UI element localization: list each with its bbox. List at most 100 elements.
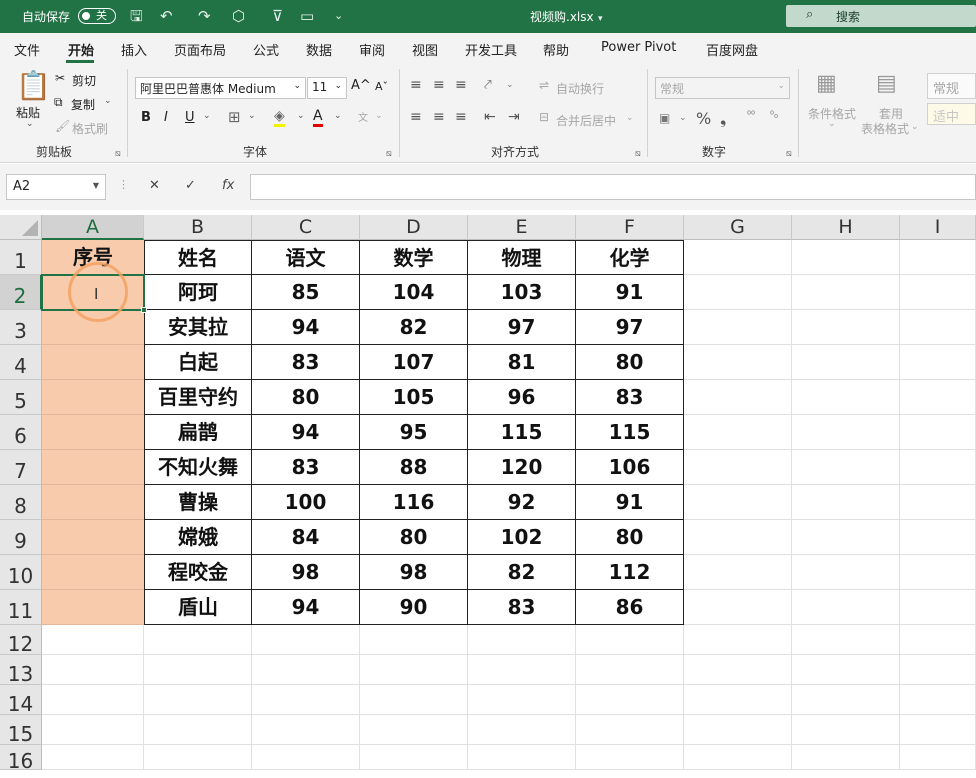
- orientation-dropdown-icon[interactable]: ⌄: [506, 80, 514, 90]
- row-header-3[interactable]: 3: [0, 310, 42, 345]
- tab-review[interactable]: 审阅: [359, 40, 385, 59]
- data-cell[interactable]: 112: [576, 555, 684, 590]
- data-cell[interactable]: 85: [252, 275, 360, 310]
- cell[interactable]: [684, 715, 792, 745]
- data-cell[interactable]: 90: [360, 590, 468, 625]
- cut-icon[interactable]: ✂: [55, 71, 65, 85]
- fill-handle[interactable]: [141, 307, 147, 313]
- column-header-g[interactable]: G: [684, 215, 792, 240]
- data-cell[interactable]: 97: [468, 310, 576, 345]
- style-moderate-cell[interactable]: 适中: [927, 103, 976, 125]
- data-cell[interactable]: 102: [468, 520, 576, 555]
- cell[interactable]: [900, 415, 976, 450]
- cut-button[interactable]: 剪切: [72, 72, 96, 89]
- cell[interactable]: [684, 415, 792, 450]
- header-cell[interactable]: 姓名: [144, 240, 252, 275]
- cell[interactable]: [900, 625, 976, 655]
- column-a-fill-cell[interactable]: [42, 485, 144, 520]
- column-a-fill-cell[interactable]: [42, 345, 144, 380]
- increase-indent-icon[interactable]: ⇥: [508, 109, 520, 125]
- undo-icon[interactable]: ↶: [160, 7, 173, 25]
- data-cell[interactable]: 83: [252, 450, 360, 485]
- cell[interactable]: [576, 745, 684, 770]
- cell[interactable]: [900, 685, 976, 715]
- redo-icon[interactable]: ↷: [198, 7, 211, 25]
- column-header-i[interactable]: I: [900, 215, 976, 240]
- cell[interactable]: [144, 655, 252, 685]
- cell[interactable]: [792, 655, 900, 685]
- wrap-text-button[interactable]: 自动换行: [556, 80, 604, 97]
- merge-center-button[interactable]: 合并后居中: [556, 112, 616, 129]
- data-cell[interactable]: 百里守约: [144, 380, 252, 415]
- row-header-9[interactable]: 9: [0, 520, 42, 555]
- accounting-dropdown-icon[interactable]: ⌄: [679, 113, 687, 123]
- font-color-dropdown-icon[interactable]: ⌄: [334, 111, 342, 121]
- table-format-icon[interactable]: ▤: [876, 71, 897, 96]
- insert-function-icon[interactable]: fx: [222, 178, 234, 193]
- cell[interactable]: [252, 655, 360, 685]
- align-right-icon[interactable]: ≡: [455, 109, 467, 125]
- cell[interactable]: [468, 685, 576, 715]
- cell[interactable]: [792, 590, 900, 625]
- cell[interactable]: [684, 345, 792, 380]
- underline-button[interactable]: U: [185, 110, 195, 125]
- column-a-fill-cell[interactable]: [42, 450, 144, 485]
- cell[interactable]: [792, 520, 900, 555]
- cell[interactable]: [576, 685, 684, 715]
- cell[interactable]: [252, 745, 360, 770]
- cell[interactable]: [252, 625, 360, 655]
- bold-button[interactable]: B: [141, 110, 151, 125]
- italic-button[interactable]: I: [164, 110, 168, 125]
- wrap-text-icon[interactable]: ⇌: [539, 78, 549, 92]
- data-cell[interactable]: 94: [252, 415, 360, 450]
- row-header-5[interactable]: 5: [0, 380, 42, 415]
- row-header-11[interactable]: 11: [0, 590, 42, 625]
- tab-insert[interactable]: 插入: [121, 40, 147, 59]
- row-header-14[interactable]: 14: [0, 685, 42, 715]
- data-cell[interactable]: 嫦娥: [144, 520, 252, 555]
- data-cell[interactable]: 94: [252, 590, 360, 625]
- data-cell[interactable]: 106: [576, 450, 684, 485]
- border-dropdown-icon[interactable]: ⌄: [248, 111, 256, 121]
- cell[interactable]: [792, 275, 900, 310]
- font-size-select[interactable]: 11 ⌄: [307, 77, 347, 99]
- select-all-button[interactable]: [0, 215, 42, 240]
- decrease-font-icon[interactable]: Aˇ: [375, 80, 388, 93]
- tab-file[interactable]: 文件: [14, 40, 40, 59]
- cell[interactable]: [252, 685, 360, 715]
- cell[interactable]: [900, 520, 976, 555]
- data-cell[interactable]: 83: [468, 590, 576, 625]
- column-header-e[interactable]: E: [468, 215, 576, 240]
- data-cell[interactable]: 88: [360, 450, 468, 485]
- data-cell[interactable]: 扁鹊: [144, 415, 252, 450]
- row-header-7[interactable]: 7: [0, 450, 42, 485]
- cell[interactable]: [468, 625, 576, 655]
- data-cell[interactable]: 不知火舞: [144, 450, 252, 485]
- column-a-fill-cell[interactable]: [42, 555, 144, 590]
- decrease-indent-icon[interactable]: ⇤: [484, 109, 496, 125]
- cell[interactable]: [792, 685, 900, 715]
- customize-icon[interactable]: ⌄: [334, 7, 343, 25]
- cell[interactable]: [900, 555, 976, 590]
- cell[interactable]: [684, 590, 792, 625]
- row-header-2[interactable]: 2: [0, 275, 42, 310]
- border-icon[interactable]: ⊞: [228, 108, 241, 126]
- copy-button[interactable]: 复制: [71, 96, 95, 113]
- cell[interactable]: [468, 715, 576, 745]
- font-color-icon[interactable]: A: [313, 108, 323, 127]
- orientation-icon[interactable]: ⤤: [484, 77, 492, 93]
- conditional-format-icon[interactable]: ▦: [816, 71, 837, 96]
- header-cell[interactable]: 化学: [576, 240, 684, 275]
- cell[interactable]: [360, 685, 468, 715]
- cell[interactable]: [684, 310, 792, 345]
- tab-power-pivot[interactable]: Power Pivot: [601, 40, 676, 55]
- data-cell[interactable]: 97: [576, 310, 684, 345]
- cell[interactable]: [42, 745, 144, 770]
- cell[interactable]: [792, 715, 900, 745]
- row-header-12[interactable]: 12: [0, 625, 42, 655]
- cell[interactable]: [792, 345, 900, 380]
- data-cell[interactable]: 80: [576, 345, 684, 380]
- data-cell[interactable]: 105: [360, 380, 468, 415]
- cell[interactable]: [252, 715, 360, 745]
- align-center-icon[interactable]: ≡: [433, 109, 445, 125]
